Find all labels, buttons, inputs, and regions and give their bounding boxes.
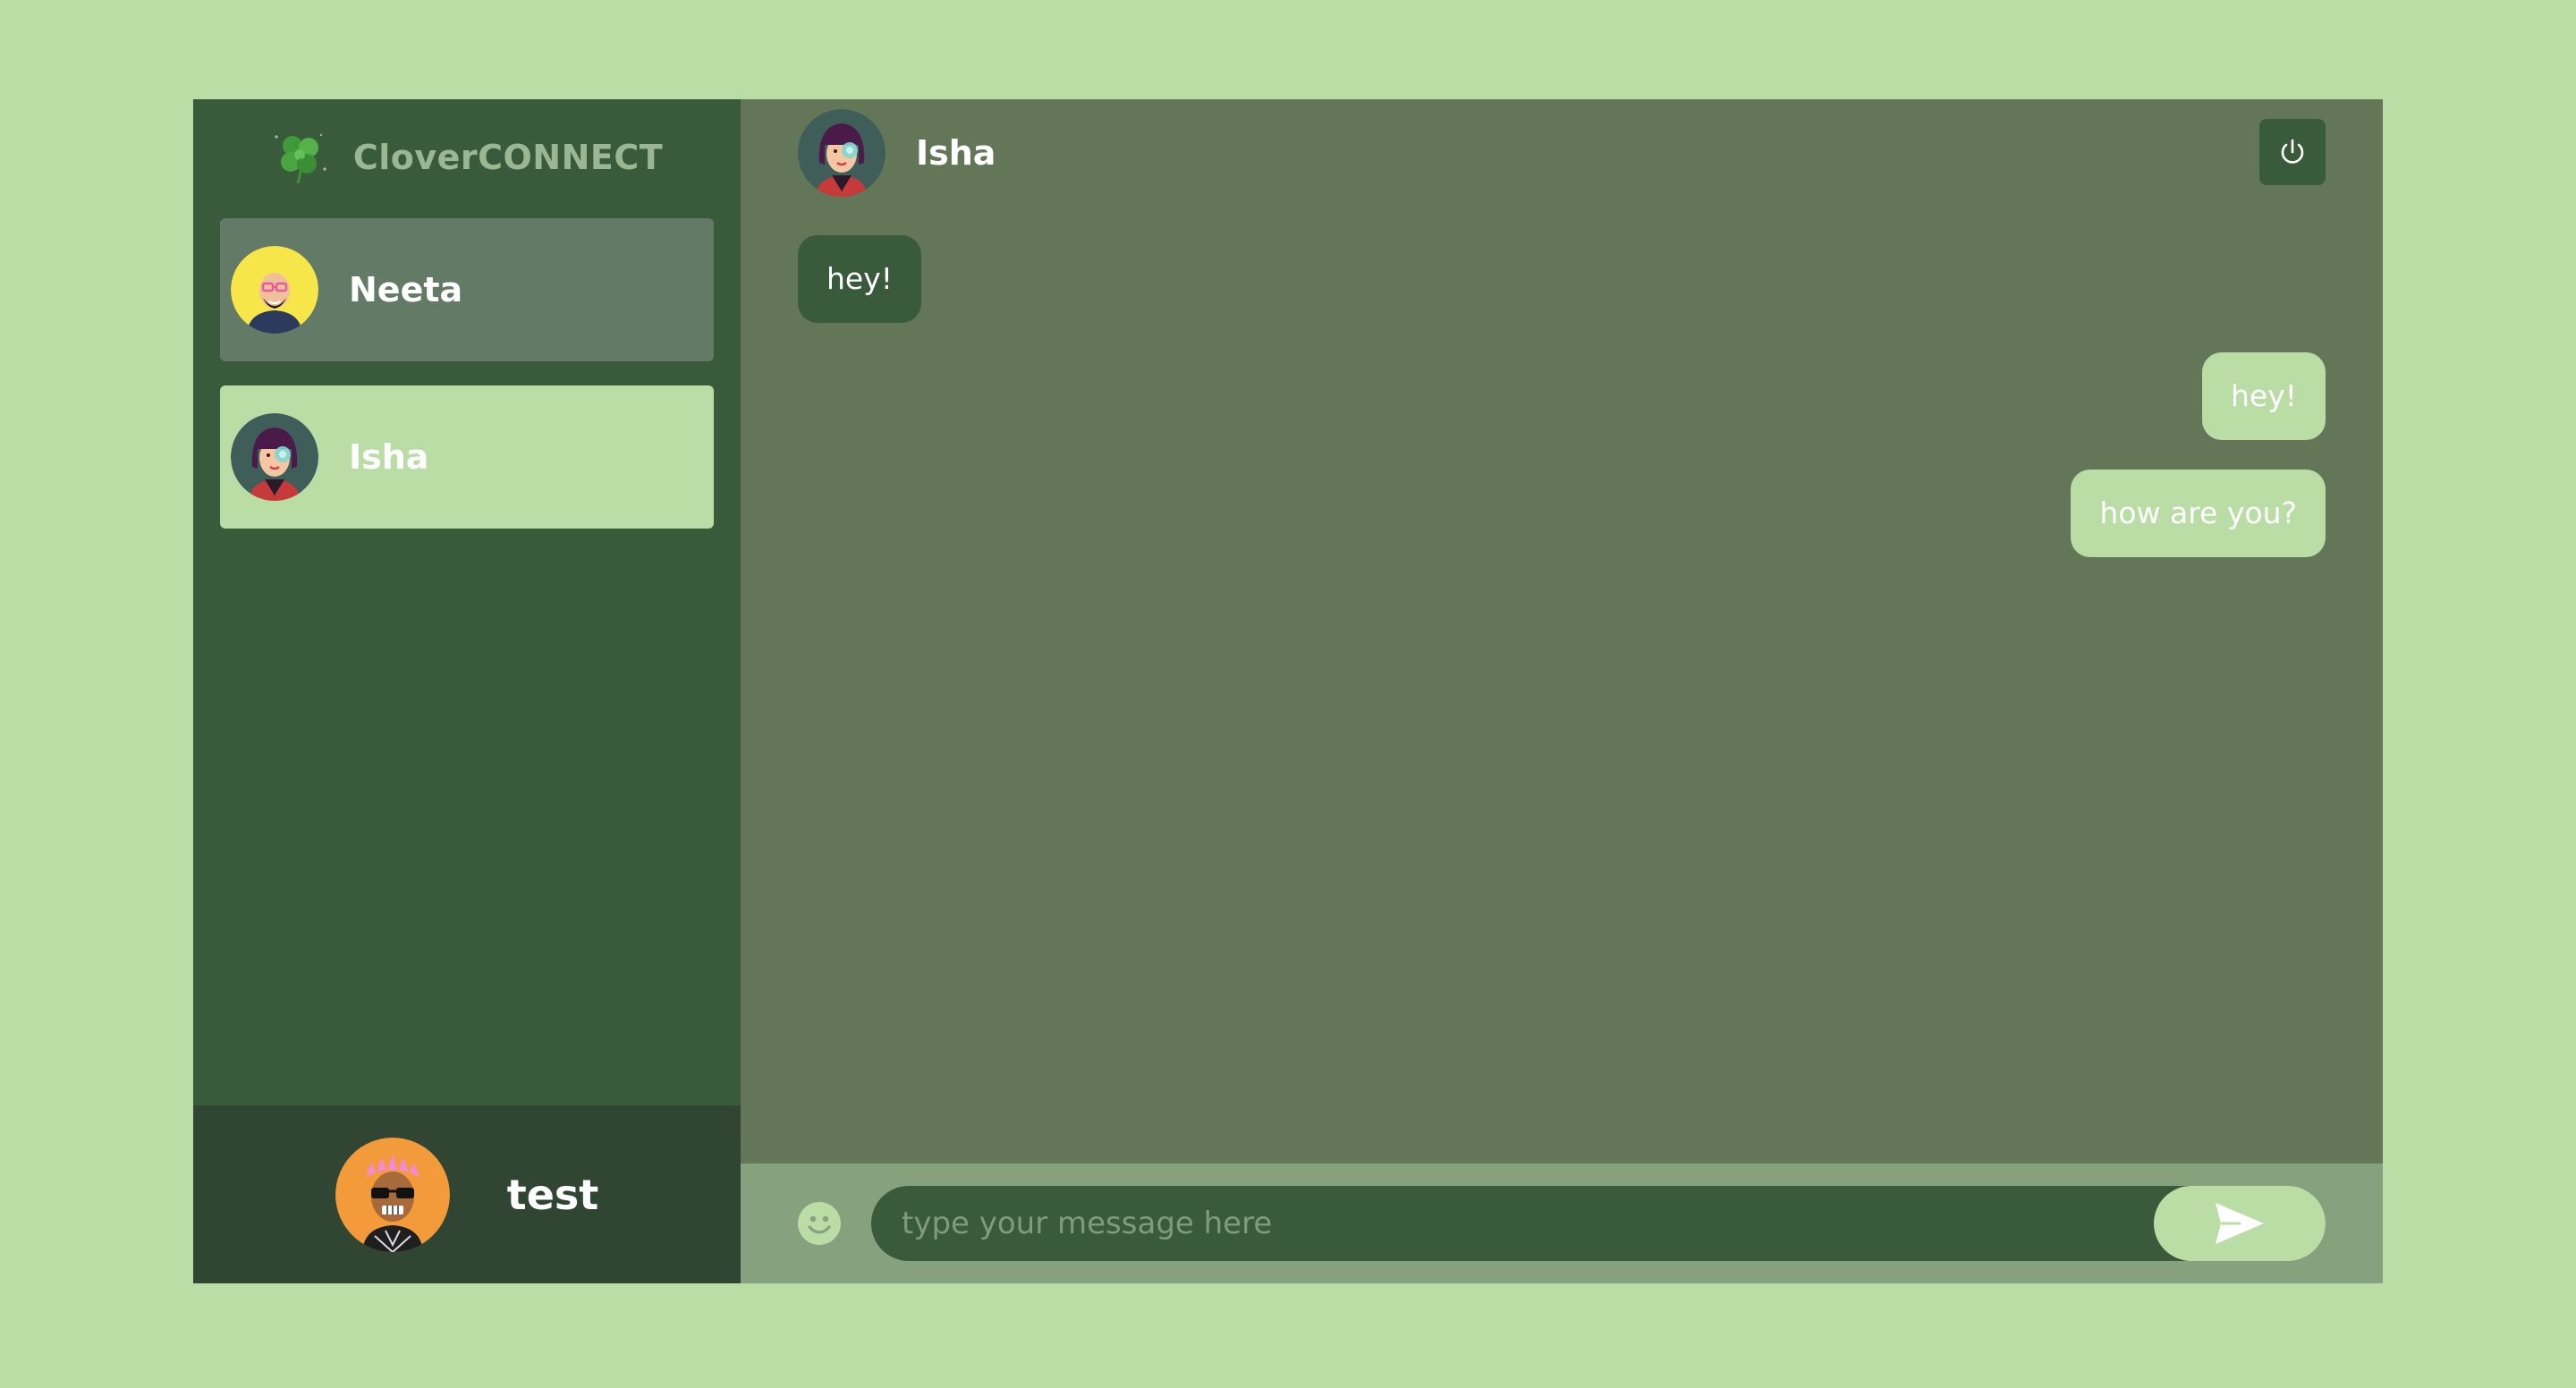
sidebar: CloverCONNECT Neeta Isha test — [193, 99, 741, 1283]
app-window: CloverCONNECT Neeta Isha test Isha hey! … — [193, 99, 2383, 1283]
message-outgoing: how are you? — [2071, 470, 2326, 557]
message-composer — [741, 1164, 2383, 1283]
clover-icon — [275, 133, 326, 184]
brand-name: CloverCONNECT — [352, 138, 664, 177]
message-incoming: hey! — [798, 235, 921, 323]
contact-name: Isha — [349, 437, 429, 477]
neeta-avatar — [231, 246, 318, 334]
chat-header: Isha — [741, 99, 2383, 207]
power-icon — [2281, 139, 2304, 164]
send-icon — [2216, 1203, 2264, 1244]
message-input[interactable] — [871, 1186, 2154, 1261]
brand: CloverCONNECT — [193, 99, 741, 216]
logout-button[interactable] — [2259, 119, 2326, 185]
send-button[interactable] — [2154, 1186, 2326, 1261]
isha-avatar — [798, 109, 886, 197]
message-input-wrap — [871, 1186, 2326, 1261]
chat-panel: Isha hey! hey! how are you? — [741, 99, 2383, 1283]
chat-contact-name: Isha — [916, 133, 996, 173]
current-user-panel: test — [193, 1105, 741, 1283]
contact-item-isha[interactable]: Isha — [220, 385, 714, 529]
smiley-icon[interactable] — [796, 1200, 843, 1247]
current-user-name: test — [506, 1170, 599, 1219]
contact-name: Neeta — [349, 270, 463, 309]
contact-list: Neeta Isha — [193, 216, 741, 1105]
isha-avatar — [231, 413, 318, 501]
message-outgoing: hey! — [2202, 352, 2326, 440]
test-avatar[interactable] — [335, 1137, 450, 1252]
message-list: hey! hey! how are you? — [741, 207, 2383, 1164]
contact-item-neeta[interactable]: Neeta — [220, 218, 714, 361]
